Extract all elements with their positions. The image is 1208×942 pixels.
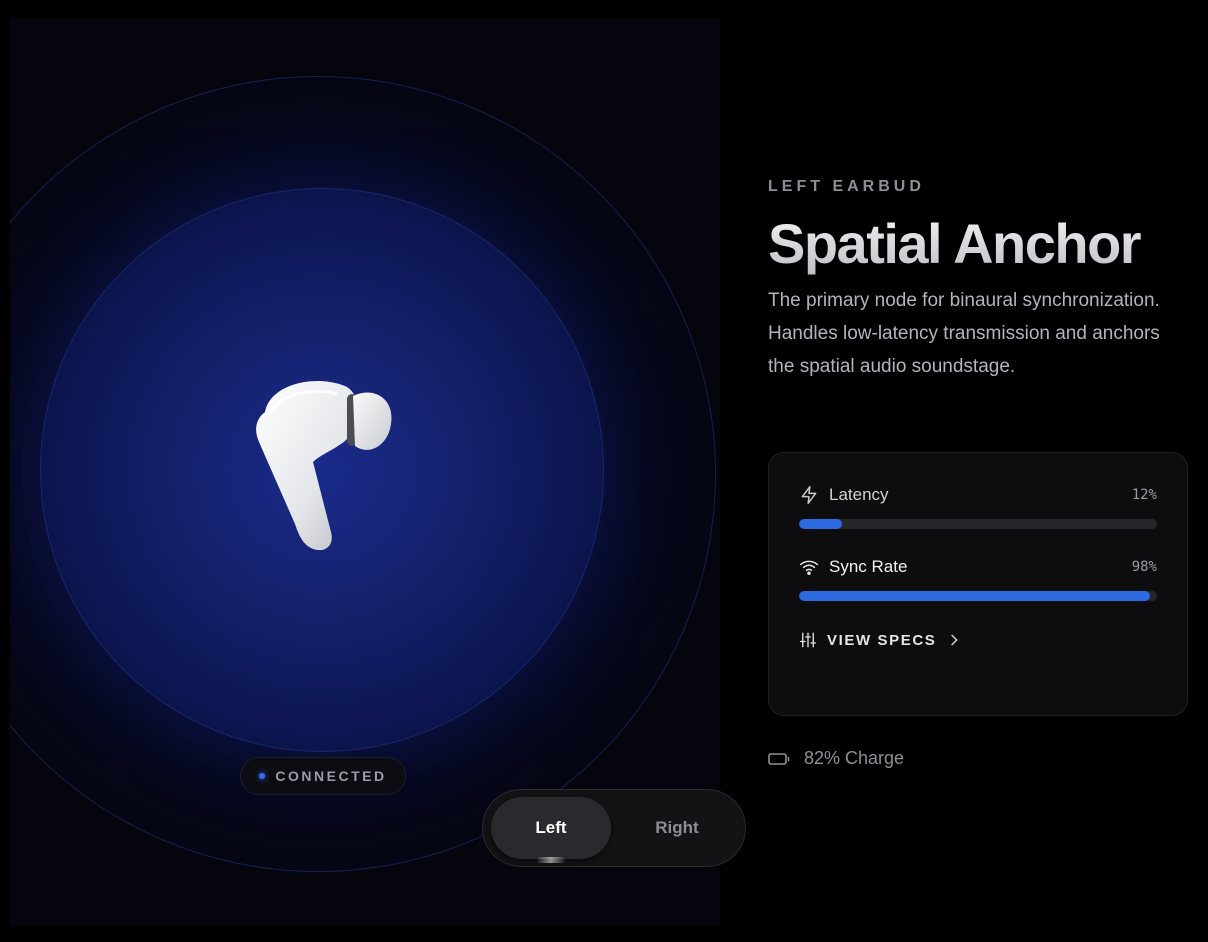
eyebrow-label: LEFT EARBUD: [768, 178, 925, 195]
metric-sync-rate: Sync Rate 98%: [799, 555, 1157, 601]
view-specs-button[interactable]: VIEW SPECS: [799, 631, 1157, 649]
view-specs-label: VIEW SPECS: [827, 631, 937, 649]
latency-progress-fill: [799, 519, 842, 529]
metric-label: Latency: [829, 485, 889, 504]
sliders-icon: [799, 632, 817, 648]
status-dot-icon: [259, 773, 266, 779]
battery-icon: [768, 752, 790, 765]
metric-value: 98%: [1131, 559, 1157, 575]
earbud-image: [256, 381, 392, 551]
status-label: CONNECTED: [275, 768, 387, 784]
lightning-icon: [801, 485, 817, 505]
battery-status: 82% Charge: [768, 748, 904, 769]
metrics-card: Latency 12% Sync Rate 98% VIEW SPECS: [768, 452, 1188, 716]
description: The primary node for binaural synchroniz…: [768, 290, 1160, 377]
earbud-side-toggle: Left Right: [482, 789, 746, 867]
metric-label: Sync Rate: [829, 557, 908, 576]
toggle-right-button[interactable]: Right: [617, 797, 737, 859]
metric-latency: Latency 12%: [799, 483, 1157, 529]
detail-panel: LEFT EARBUD Spatial Anchor The primary n…: [768, 178, 1188, 383]
page-title: Spatial Anchor: [768, 212, 1188, 276]
metric-value: 12%: [1131, 487, 1157, 503]
toggle-active-indicator: [537, 857, 565, 863]
wifi-icon: [799, 560, 819, 575]
connection-status-badge: CONNECTED: [240, 757, 406, 795]
sync-rate-progress-bar: [799, 591, 1157, 601]
latency-progress-bar: [799, 519, 1157, 529]
chevron-right-icon: [951, 634, 958, 646]
battery-label: 82% Charge: [804, 748, 905, 768]
toggle-left-button[interactable]: Left: [491, 797, 611, 859]
sync-rate-progress-fill: [799, 591, 1150, 601]
